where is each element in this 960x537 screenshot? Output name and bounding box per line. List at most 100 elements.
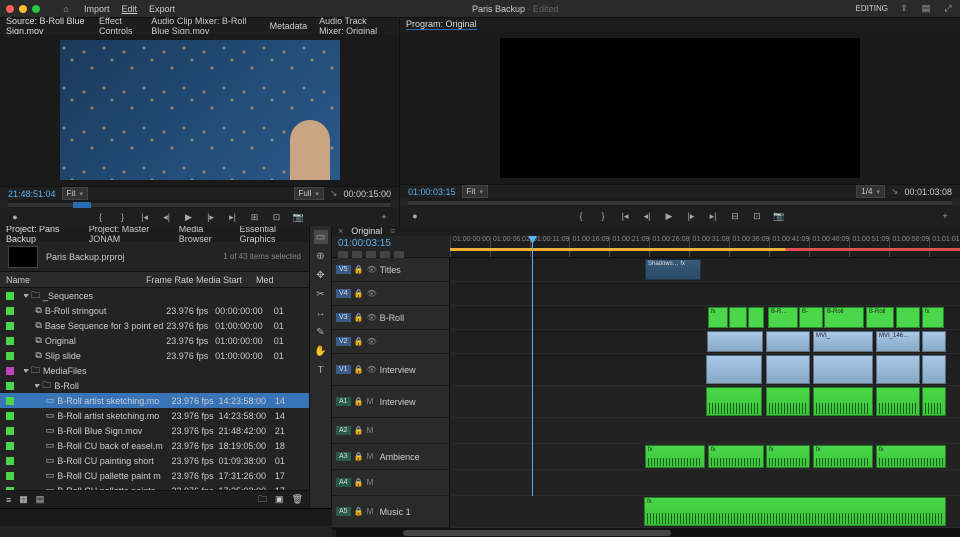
go-in-icon[interactable]: |◂ (138, 210, 152, 224)
project-row[interactable]: ▭ B-Roll Blue Sign.mov23.976 fps21:48:42… (0, 423, 309, 438)
timeline-clip[interactable] (813, 355, 873, 384)
tab-audio-clip-mixer[interactable]: Audio Clip Mixer: B-Roll Blue Sign.mov (151, 16, 257, 36)
track-lane[interactable]: Shadows… fx (450, 258, 960, 282)
timeline-clip[interactable]: B-R… (768, 307, 798, 328)
project-row[interactable]: ▭ B-Roll artist sketching.mo23.976 fps14… (0, 408, 309, 423)
nav-edit[interactable]: Edit (122, 4, 138, 14)
timeline-clip[interactable] (706, 387, 762, 416)
timeline-clip[interactable] (766, 355, 810, 384)
export-frame-icon[interactable]: 📷 (772, 209, 786, 223)
timeline-clip[interactable]: fx (876, 445, 946, 468)
minimize-window-icon[interactable] (19, 5, 27, 13)
timeline-clip[interactable]: B-Roll (866, 307, 894, 328)
tab-effect-controls[interactable]: Effect Controls (99, 16, 139, 36)
track-header[interactable]: A1🔒MInterview (332, 386, 449, 418)
timeline-tool[interactable]: ✎ (314, 325, 328, 339)
timeline-clip[interactable]: fx (766, 445, 810, 468)
track-lane[interactable] (450, 418, 960, 444)
timeline-clip[interactable] (748, 307, 764, 328)
timeline-tool[interactable]: ✥ (314, 268, 328, 282)
source-zoom-dropdown[interactable]: Fit (62, 187, 88, 200)
track-header[interactable]: A5🔒MMusic 1 (332, 496, 449, 528)
close-window-icon[interactable] (6, 5, 14, 13)
step-back-icon[interactable]: ◂| (640, 209, 654, 223)
timeline-tc[interactable]: 01:00:03:15 (338, 238, 444, 249)
timeline-clip[interactable] (766, 331, 810, 352)
step-fwd-icon[interactable]: |▸ (684, 209, 698, 223)
track-header[interactable]: V5🔒👁Titles (332, 258, 449, 282)
timeline-tool[interactable]: ▭ (314, 230, 328, 244)
delete-icon[interactable]: 🗑 (292, 494, 303, 505)
tab-essential-graphics[interactable]: Essential Graphics (240, 224, 303, 244)
track-header[interactable]: A4🔒M (332, 470, 449, 496)
home-icon[interactable]: ⌂ (60, 3, 72, 15)
track-header[interactable]: A2🔒M (332, 418, 449, 444)
track-header[interactable]: V2🔒👁 (332, 330, 449, 354)
source-scrubbar[interactable] (8, 200, 391, 208)
play-icon[interactable]: ▶ (182, 210, 196, 224)
timeline-tool[interactable]: T (314, 363, 328, 377)
track-lane[interactable]: MVI_MVI_146… (450, 330, 960, 354)
track-header[interactable]: V3🔒👁B-Roll (332, 306, 449, 330)
new-item-icon[interactable]: ▣ (275, 494, 284, 505)
button-editor-icon[interactable]: + (377, 210, 391, 224)
project-row[interactable]: 🗀 B-Roll (0, 378, 309, 393)
project-row[interactable]: ⧉ Slip slide23.976 fps01:00:00:0001 (0, 348, 309, 363)
add-marker-icon[interactable]: ● (8, 210, 22, 224)
project-item-list[interactable]: 🗀 _Sequences⧉ B-Roll stringout23.976 fps… (0, 288, 309, 490)
timeline-clip[interactable] (707, 331, 763, 352)
timeline-clip[interactable] (876, 355, 920, 384)
track-lane[interactable] (450, 386, 960, 418)
program-monitor[interactable] (400, 32, 960, 184)
project-row[interactable]: 🗀 _Sequences (0, 288, 309, 303)
timeline-clip[interactable] (766, 387, 810, 416)
timeline-clip[interactable]: fx (708, 445, 764, 468)
track-lane[interactable] (450, 354, 960, 386)
window-controls[interactable] (6, 5, 40, 13)
tab-audio-track-mixer[interactable]: Audio Track Mixer: Original (319, 16, 393, 36)
program-panel-tabs[interactable]: Program: Original (400, 18, 960, 32)
add-marker-icon[interactable]: ● (408, 209, 422, 223)
project-row[interactable]: 🗀 MediaFiles (0, 363, 309, 378)
timeline-clip[interactable] (729, 307, 747, 328)
program-zoom-dropdown[interactable]: Fit (462, 185, 488, 198)
mark-out-icon[interactable]: } (116, 210, 130, 224)
icon-view-icon[interactable]: ▦ (19, 494, 28, 505)
track-header[interactable]: V1🔒👁Interview (332, 354, 449, 386)
track-header[interactable]: A3🔒MAmbience (332, 444, 449, 470)
nav-export[interactable]: Export (149, 4, 175, 14)
source-panel-tabs[interactable]: Source: B-Roll Blue Sign.mov Effect Cont… (0, 18, 399, 34)
overwrite-icon[interactable]: ⊡ (270, 210, 284, 224)
program-quality-dropdown[interactable]: 1/4 (856, 185, 885, 198)
workspaces-icon[interactable]: ▤ (920, 3, 932, 15)
go-in-icon[interactable]: |◂ (618, 209, 632, 223)
share-icon[interactable]: ⇪ (898, 3, 910, 15)
project-row[interactable]: ▭ B-Roll CU back of easel.m23.976 fps18:… (0, 438, 309, 453)
timeline-tool[interactable]: ↔ (314, 306, 328, 320)
mark-out-icon[interactable]: } (596, 209, 610, 223)
timeline-clip[interactable]: MVI_146… (876, 331, 920, 352)
program-tc-playhead[interactable]: 01:00:03:15 (408, 187, 456, 197)
timeline-ruler[interactable]: 01:00:00:0001:00:06:0201:00:11:0901:00:1… (450, 236, 960, 257)
timeline-clip[interactable] (896, 307, 920, 328)
tab-project[interactable]: Project: Paris Backup (6, 224, 79, 244)
timeline-clip[interactable]: fx (813, 445, 873, 468)
lift-icon[interactable]: ⊟ (728, 209, 742, 223)
timeline-hscroll[interactable] (336, 529, 960, 537)
timeline-clip[interactable]: fx (922, 307, 944, 328)
timeline-tool[interactable]: ✂ (314, 287, 328, 301)
maximize-window-icon[interactable] (32, 5, 40, 13)
go-out-icon[interactable]: ▸| (226, 210, 240, 224)
project-row[interactable]: ▭ B-Roll CU pallette paint m23.976 fps17… (0, 468, 309, 483)
track-lane[interactable] (450, 282, 960, 306)
step-fwd-icon[interactable]: |▸ (204, 210, 218, 224)
timeline-clip[interactable] (876, 387, 920, 416)
timeline-clip[interactable]: MVI_ (813, 331, 873, 352)
program-scrubbar[interactable] (408, 198, 952, 207)
freeform-view-icon[interactable]: ▤ (36, 494, 45, 505)
timeline-tool[interactable]: ✋ (314, 344, 328, 358)
project-row[interactable]: ▭ B-Roll CU painting short23.976 fps01:0… (0, 453, 309, 468)
fullscreen-icon[interactable]: ⤢ (942, 3, 954, 15)
source-monitor[interactable] (0, 34, 399, 186)
extract-icon[interactable]: ⊡ (750, 209, 764, 223)
